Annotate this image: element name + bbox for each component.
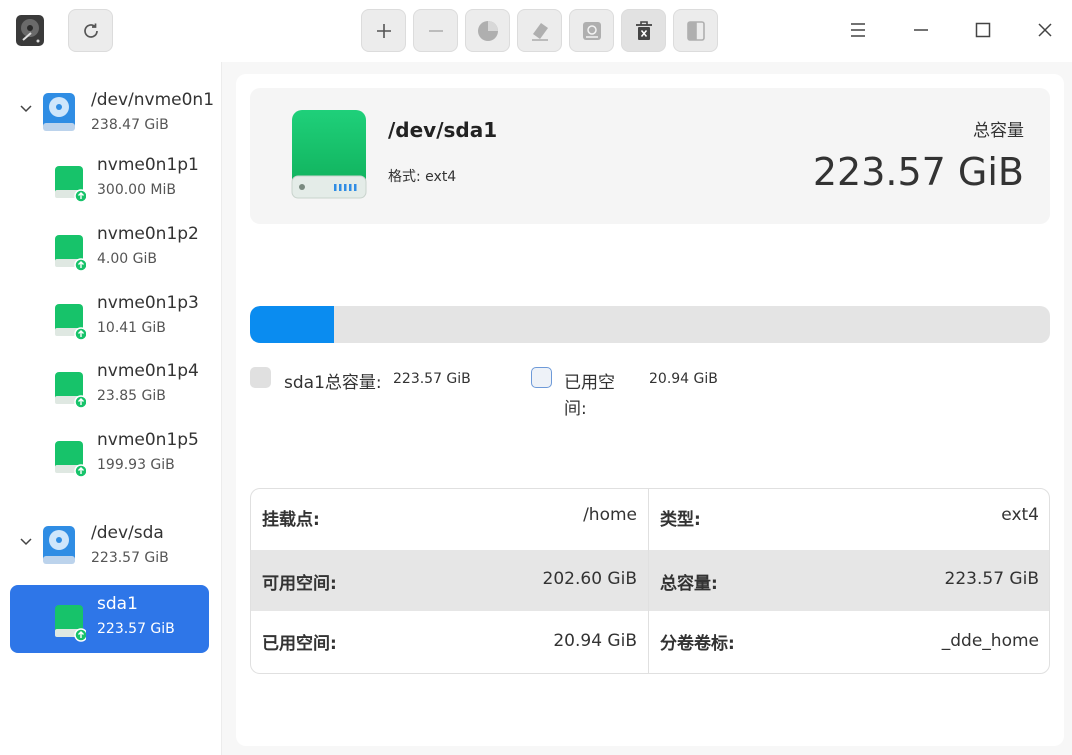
properties-table: 挂载点: /home 类型: ext4 可用空间: 202.60 GiB 总容量…: [250, 488, 1050, 674]
disk-item-sda[interactable]: /dev/sda 223.57 GiB: [0, 517, 222, 581]
add-partition-button[interactable]: [361, 9, 406, 52]
pie-chart-icon: [477, 20, 498, 41]
unmount-button[interactable]: [621, 9, 666, 52]
chevron-down-icon[interactable]: [18, 100, 34, 116]
menu-icon: [851, 23, 865, 37]
type-label: 类型:: [660, 510, 701, 530]
usage-bar-fill: [250, 306, 334, 343]
format-icon: [582, 21, 601, 40]
table-row: 挂载点: /home 类型: ext4: [251, 489, 1049, 550]
disk-item-nvme0n1[interactable]: /dev/nvme0n1 238.47 GiB: [0, 84, 222, 148]
legend-used-value: 20.94 GiB: [649, 371, 718, 387]
partition-name: nvme0n1p1: [97, 155, 199, 175]
format-button[interactable]: [569, 9, 614, 52]
partition-item-nvme0n1p2[interactable]: nvme0n1p2 4.00 GiB: [10, 215, 209, 283]
total-capacity-value: 223.57 GiB: [812, 150, 1024, 194]
partition-size: 23.85 GiB: [97, 388, 166, 404]
partition-icon: [55, 166, 86, 203]
partition-size: 300.00 MiB: [97, 182, 177, 198]
close-icon: [1038, 23, 1052, 37]
disk-size: 238.47 GiB: [91, 117, 169, 133]
used-space-value: 20.94 GiB: [553, 631, 637, 651]
partition-button[interactable]: [465, 9, 510, 52]
partition-size: 199.93 GiB: [97, 457, 175, 473]
partition-size: 223.57 GiB: [97, 621, 175, 637]
partition-name: sda1: [97, 594, 138, 614]
filesystem-format: 格式: ext4: [388, 169, 457, 185]
partition-info-card: /dev/sda1 格式: ext4 总容量 223.57 GiB: [250, 88, 1050, 224]
type-value: ext4: [1001, 505, 1039, 525]
capacity-label: 总容量:: [660, 574, 718, 594]
minus-icon: [428, 29, 443, 32]
legend-used-label-line1: 已用空: [564, 373, 615, 393]
refresh-button[interactable]: [68, 9, 113, 52]
legend-total-swatch: [250, 367, 271, 388]
partition-icon: [55, 304, 86, 341]
legend-used-label-line2: 间:: [564, 399, 587, 419]
partition-name: nvme0n1p4: [97, 361, 199, 381]
maximize-button[interactable]: [971, 18, 995, 42]
legend-total-value: 223.57 GiB: [393, 371, 471, 387]
mount-point-label: 挂载点:: [262, 510, 320, 530]
legend-used-swatch: [531, 367, 552, 388]
partition-large-icon: [291, 110, 367, 199]
partition-icon: [55, 372, 86, 409]
total-capacity-label: 总容量: [973, 121, 1024, 141]
disk-size: 223.57 GiB: [91, 550, 169, 566]
partition-icon: [55, 605, 86, 642]
delete-partition-button[interactable]: [413, 9, 458, 52]
free-space-value: 202.60 GiB: [542, 569, 637, 589]
table-row: 可用空间: 202.60 GiB 总容量: 223.57 GiB: [251, 550, 1049, 611]
device-sidebar: /dev/nvme0n1 238.47 GiB nvme0n1p1 300.00…: [0, 62, 222, 755]
partition-name: nvme0n1p2: [97, 224, 199, 244]
split-icon: [686, 20, 705, 41]
legend-total-label: sda1总容量:: [284, 373, 382, 393]
free-space-label: 可用空间:: [262, 574, 337, 594]
partition-icon: [55, 235, 86, 272]
partition-item-nvme0n1p4[interactable]: nvme0n1p4 23.85 GiB: [10, 352, 209, 420]
partition-size: 4.00 GiB: [97, 251, 157, 267]
partition-name: nvme0n1p3: [97, 293, 199, 313]
table-row: 已用空间: 20.94 GiB 分卷卷标: _dde_home: [251, 611, 1049, 673]
trash-icon: [635, 20, 652, 40]
app-logo-icon: [15, 14, 45, 47]
partition-item-sda1[interactable]: sda1 223.57 GiB: [10, 585, 209, 653]
used-space-label: 已用空间:: [262, 634, 337, 654]
volume-label-label: 分卷卷标:: [660, 634, 735, 654]
capacity-value: 223.57 GiB: [944, 569, 1039, 589]
volume-label-value: _dde_home: [941, 631, 1039, 651]
partition-item-nvme0n1p1[interactable]: nvme0n1p1 300.00 MiB: [10, 146, 209, 214]
partition-item-nvme0n1p5[interactable]: nvme0n1p5 199.93 GiB: [10, 421, 209, 489]
eraser-icon: [531, 22, 548, 41]
wipe-button[interactable]: [517, 9, 562, 52]
detail-panel: /dev/sda1 格式: ext4 总容量 223.57 GiB sda1总容…: [236, 74, 1064, 746]
refresh-icon: [83, 23, 98, 38]
usage-bar: [250, 306, 1050, 343]
disk-name: /dev/sda: [91, 523, 164, 543]
device-path: /dev/sda1: [388, 118, 498, 142]
minimize-icon: [914, 29, 928, 31]
column-divider: [648, 489, 649, 673]
hard-disk-icon: [43, 526, 75, 564]
close-button[interactable]: [1033, 18, 1057, 42]
partition-icon: [55, 441, 86, 478]
mount-point-value: /home: [583, 505, 637, 525]
partition-item-nvme0n1p3[interactable]: nvme0n1p3 10.41 GiB: [10, 284, 209, 352]
partition-name: nvme0n1p5: [97, 430, 199, 450]
plus-icon: [376, 23, 391, 38]
maximize-icon: [975, 22, 991, 38]
disk-name: /dev/nvme0n1: [91, 90, 215, 110]
hard-disk-icon: [43, 93, 75, 131]
resize-button[interactable]: [673, 9, 718, 52]
menu-button[interactable]: [846, 18, 870, 42]
chevron-down-icon[interactable]: [18, 533, 34, 549]
minimize-button[interactable]: [909, 18, 933, 42]
title-bar: [0, 0, 1072, 62]
partition-size: 10.41 GiB: [97, 320, 166, 336]
